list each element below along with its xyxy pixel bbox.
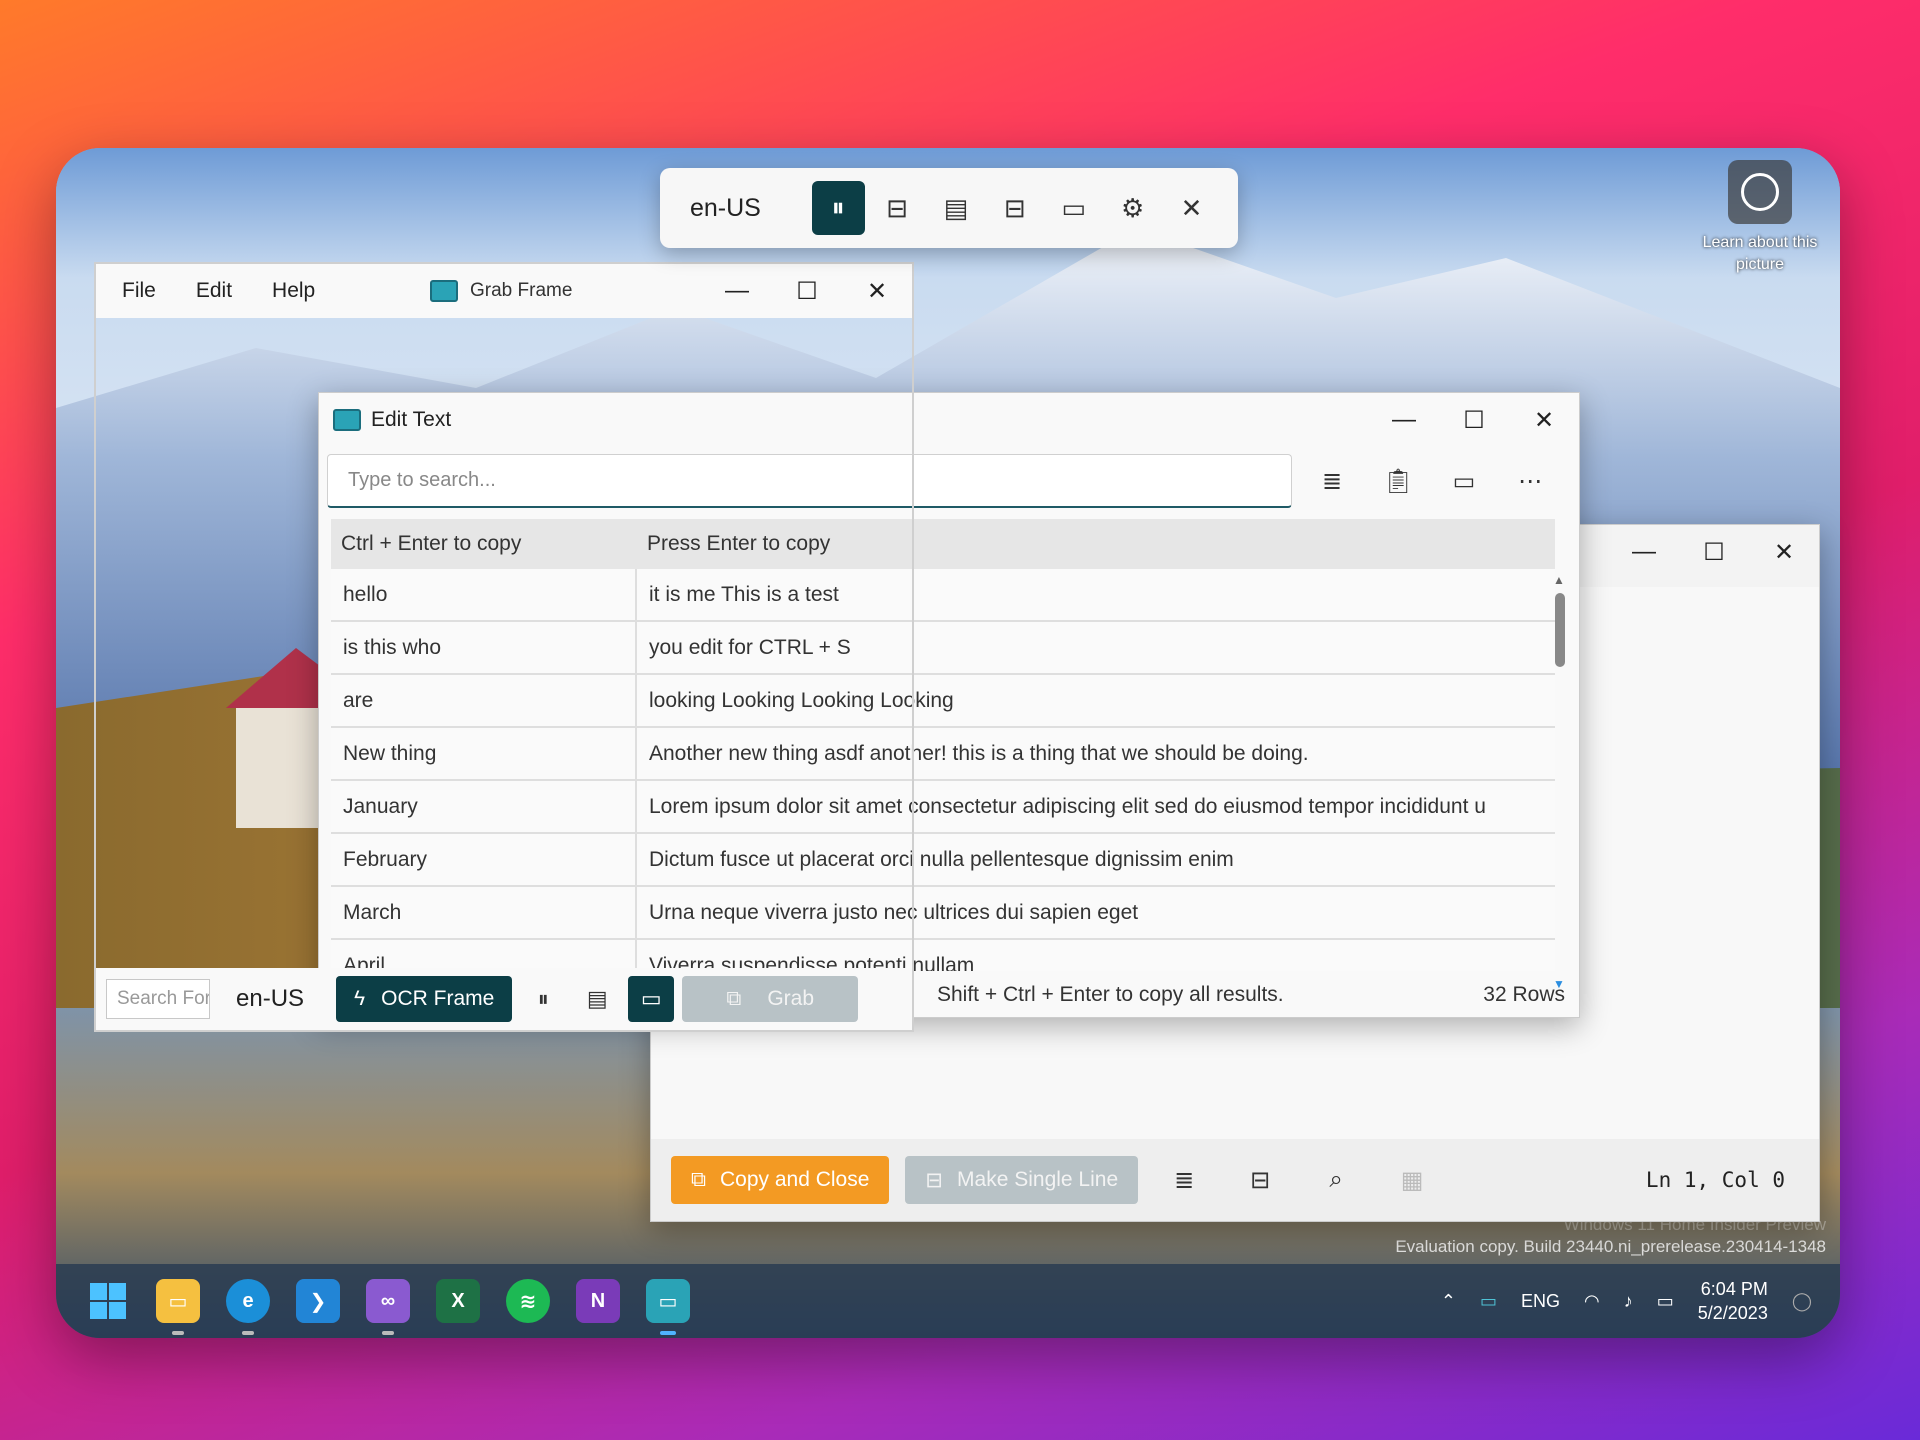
edge-icon: e xyxy=(242,1289,254,1312)
scroll-up-icon[interactable]: ▲ xyxy=(1553,573,1565,587)
close-icon[interactable]: ✕ xyxy=(1749,525,1819,579)
ocr-frame-label: OCR Frame xyxy=(381,987,495,1010)
learn-text: Learn about this picture xyxy=(1702,234,1818,273)
copy-all-hint: Shift + Ctrl + Enter to copy all results… xyxy=(937,983,1284,1006)
pause-icon[interactable]: ⏸︎ xyxy=(520,976,566,1022)
grab-frame-title: Grab Frame xyxy=(470,280,573,301)
clock-date: 5/2/2023 xyxy=(1697,1303,1768,1323)
chevron-up-icon[interactable]: ⌃ xyxy=(1441,1291,1456,1312)
standard-mode-icon[interactable]: ⊟ xyxy=(988,181,1041,235)
language-selector[interactable]: en-US xyxy=(680,194,806,223)
grab-label: Grab xyxy=(767,987,814,1010)
grid-scrollbar[interactable]: ▲ ▼ xyxy=(1551,573,1567,991)
explorer-app[interactable]: ▭ xyxy=(156,1279,200,1335)
table-icon[interactable]: ▤ xyxy=(929,181,982,235)
visualstudio-icon: ∞ xyxy=(380,1289,396,1312)
maximize-icon[interactable]: ☐ xyxy=(772,264,842,318)
make-single-line-label: Make Single Line xyxy=(957,1168,1119,1191)
menu-help[interactable]: Help xyxy=(252,279,335,303)
standard-mode-icon[interactable]: ⊟ xyxy=(1230,1156,1290,1204)
copy-icon: ⧉ xyxy=(726,987,742,1010)
minimize-icon[interactable]: — xyxy=(1369,393,1439,447)
window-icon[interactable]: ▭ xyxy=(1434,457,1494,505)
battery-icon[interactable]: ▭ xyxy=(1657,1291,1674,1312)
maximize-icon[interactable]: ☐ xyxy=(1439,393,1509,447)
minimize-icon[interactable]: — xyxy=(1609,525,1679,579)
grab-frame-titlebar: File Edit Help Grab Frame — ☐ ✕ xyxy=(96,264,912,318)
paste-icon[interactable]: 📋︎ xyxy=(1368,457,1428,505)
search-for-input[interactable]: Search For xyxy=(106,979,210,1019)
cursor-status: Ln 1, Col 0 xyxy=(1645,1168,1785,1192)
input-language[interactable]: ENG xyxy=(1521,1291,1560,1312)
spotify-app[interactable]: ≋ xyxy=(506,1279,550,1323)
ocr-frame-button[interactable]: ϟ OCR Frame xyxy=(336,976,513,1022)
single-line-icon: ⊟ xyxy=(925,1168,944,1192)
single-line-icon[interactable]: ⊟ xyxy=(871,181,924,235)
more-icon[interactable]: ⋯ xyxy=(1500,457,1560,505)
search-icon[interactable]: ⌕ xyxy=(1306,1156,1366,1204)
textgrab-icon: ▭ xyxy=(658,1290,678,1313)
scroll-thumb[interactable] xyxy=(1555,593,1565,667)
onenote-icon: N xyxy=(590,1289,606,1312)
gear-icon[interactable]: ⚙︎ xyxy=(1106,181,1159,235)
lightning-icon: ϟ xyxy=(354,987,366,1010)
clock[interactable]: 6:04 PM 5/2/2023 xyxy=(1698,1277,1768,1325)
grab-frame-bottom-bar: Search For en-US ϟ OCR Frame ⏸︎ ▤ ▭ ⧉ Gr… xyxy=(96,968,912,1030)
watermark-line2: Evaluation copy. Build 23440.ni_prerelea… xyxy=(1395,1237,1826,1256)
start-button[interactable] xyxy=(86,1279,130,1323)
pause-icon[interactable]: ⏸︎ xyxy=(811,181,865,235)
menu-edit[interactable]: Edit xyxy=(176,279,252,303)
window-icon[interactable]: ▭ xyxy=(1047,181,1100,235)
copy-and-close-button[interactable]: ⧉ Copy and Close xyxy=(671,1156,890,1204)
close-icon[interactable]: ✕ xyxy=(842,264,912,318)
close-icon[interactable]: ✕ xyxy=(1509,393,1579,447)
close-icon[interactable]: ✕ xyxy=(1165,181,1218,235)
maximize-icon[interactable]: ☐ xyxy=(1679,525,1749,579)
fullscreen-toolbar: en-US ⏸︎ ⊟ ▤ ⊟ ▭ ⚙︎ ✕ xyxy=(660,168,1238,248)
taskbar: ▭ e ❯ ∞ X ≋ N ▭ ⌃ ▭ ENG ◠ ♪ ▭ 6:04 PM 5/… xyxy=(56,1264,1840,1338)
menu-file[interactable]: File xyxy=(102,279,176,303)
app-icon xyxy=(430,280,458,302)
visualstudio-app[interactable]: ∞ xyxy=(366,1279,410,1335)
vscode-icon: ❯ xyxy=(309,1290,327,1313)
windows-icon xyxy=(90,1283,126,1319)
grab-button[interactable]: ⧉ Grab xyxy=(682,976,858,1022)
text-edit-icon[interactable]: ≣ xyxy=(1302,457,1362,505)
onenote-app[interactable]: N xyxy=(576,1279,620,1323)
vscode-app[interactable]: ❯ xyxy=(296,1279,340,1323)
minimize-icon[interactable]: — xyxy=(702,264,772,318)
folder-icon: ▭ xyxy=(168,1290,188,1313)
editor-bottom-bar: ⧉ Copy and Close ⊟ Make Single Line ≣ ⊟ … xyxy=(651,1139,1819,1221)
wifi-icon[interactable]: ◠ xyxy=(1584,1291,1600,1312)
window-icon[interactable]: ▭ xyxy=(628,976,675,1022)
language-selector[interactable]: en-US xyxy=(218,985,328,1013)
table-icon[interactable]: ▤ xyxy=(574,976,620,1022)
grid-icon[interactable]: ▦ xyxy=(1382,1156,1442,1204)
text-edit-icon[interactable]: ≣ xyxy=(1154,1156,1214,1204)
clock-time: 6:04 PM xyxy=(1700,1279,1768,1299)
textgrab-tray-icon[interactable]: ▭ xyxy=(1480,1291,1497,1312)
textgrab-app[interactable]: ▭ xyxy=(646,1279,690,1335)
spotify-icon: ≋ xyxy=(519,1290,537,1313)
edge-app[interactable]: e xyxy=(226,1279,270,1335)
picture-info-icon xyxy=(1728,160,1792,224)
notification-icon[interactable]: ◯ xyxy=(1792,1291,1812,1312)
excel-app[interactable]: X xyxy=(436,1279,480,1323)
copy-icon: ⧉ xyxy=(691,1168,706,1191)
grab-frame-window: File Edit Help Grab Frame — ☐ ✕ Search F… xyxy=(94,262,914,1032)
make-single-line-button[interactable]: ⊟ Make Single Line xyxy=(905,1156,1139,1204)
volume-icon[interactable]: ♪ xyxy=(1624,1291,1633,1312)
row-count: 32 Rows xyxy=(1483,983,1565,1006)
excel-icon: X xyxy=(451,1289,465,1312)
learn-about-picture[interactable]: Learn about this picture xyxy=(1700,160,1820,276)
copy-and-close-label: Copy and Close xyxy=(720,1168,870,1191)
